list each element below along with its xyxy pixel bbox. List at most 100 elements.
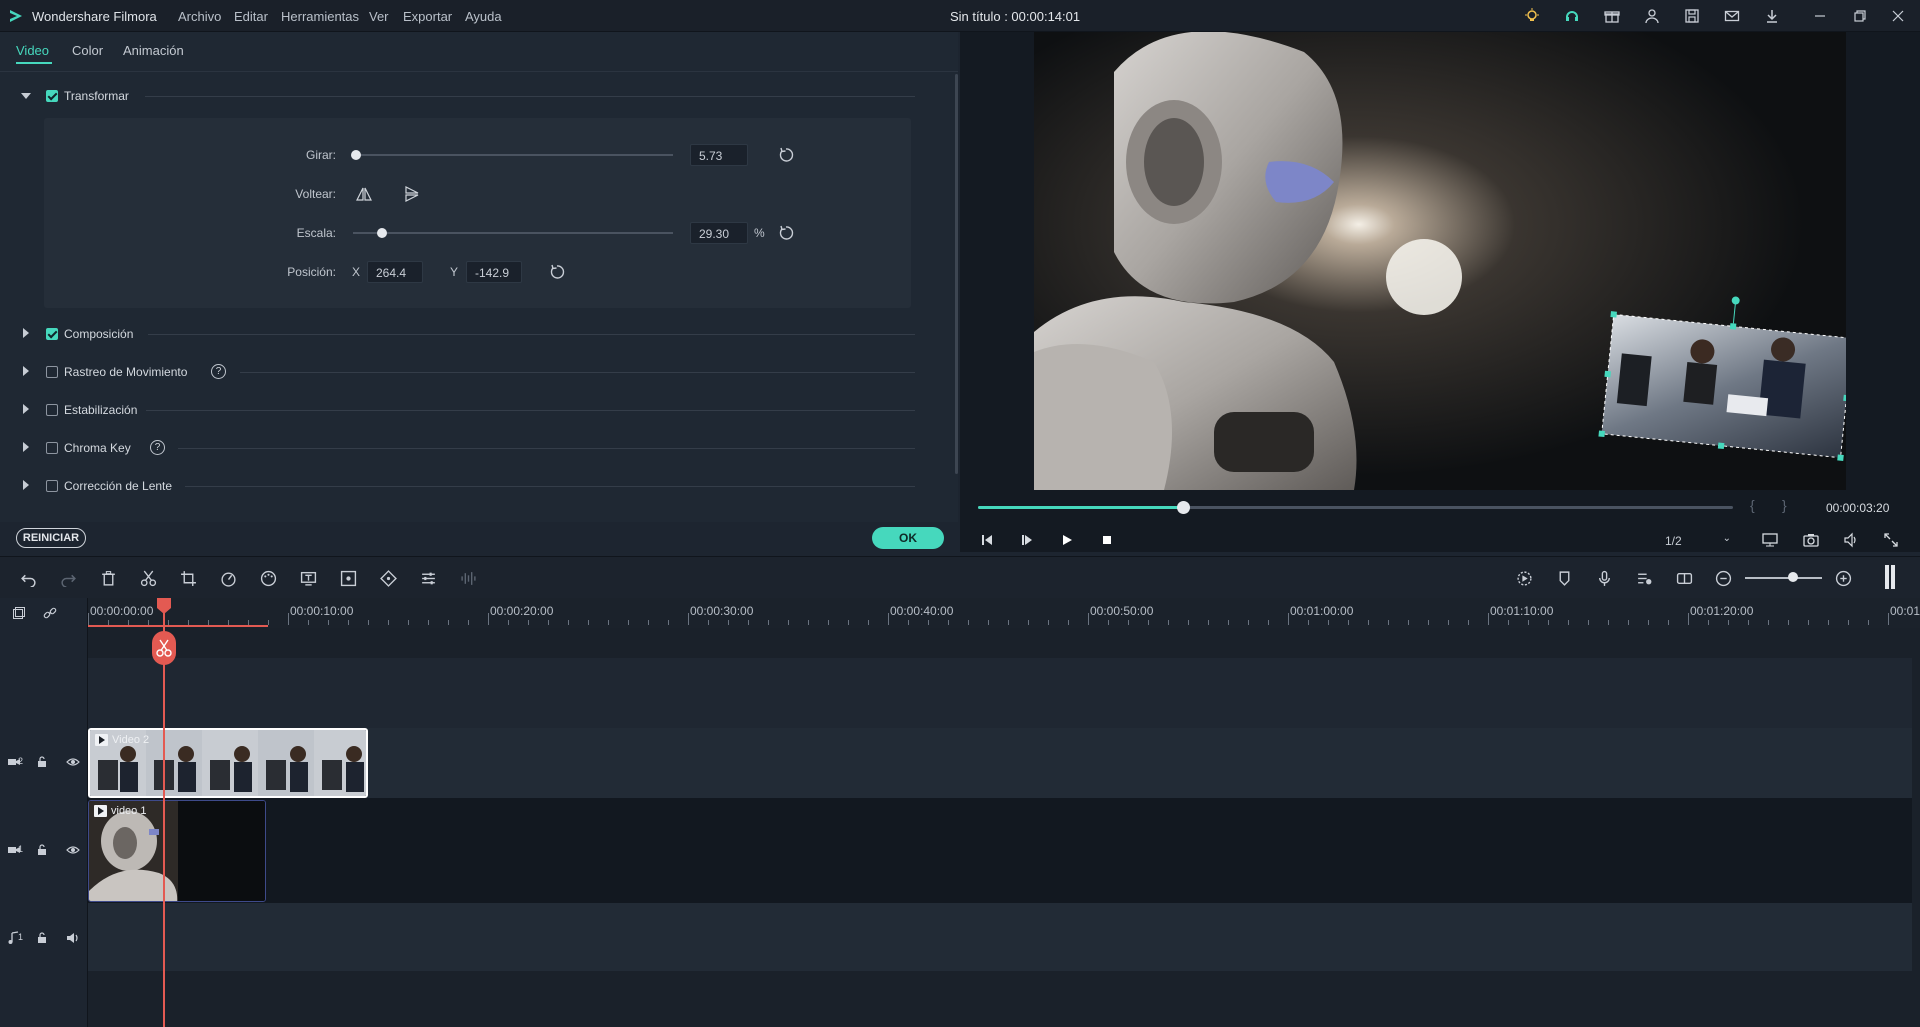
headset-support-icon[interactable] bbox=[1562, 6, 1582, 26]
zoom-in-icon[interactable] bbox=[1833, 568, 1853, 588]
mark-in-icon[interactable]: { bbox=[1750, 497, 1755, 513]
keyframe-icon[interactable] bbox=[378, 568, 398, 588]
video-1-clip[interactable]: video 1 bbox=[88, 800, 266, 902]
timeline-ruler[interactable]: 00:00:00:00 00:00:10:00 00:00:20:00 00:0… bbox=[88, 598, 1920, 628]
speed-icon[interactable] bbox=[218, 568, 238, 588]
microphone-icon[interactable] bbox=[1594, 568, 1614, 588]
video-track-1[interactable]: video 1 bbox=[88, 798, 1912, 903]
lock-icon[interactable] bbox=[35, 931, 49, 945]
flip-horizontal-icon[interactable] bbox=[356, 186, 372, 202]
menu-herramientas[interactable]: Herramientas bbox=[281, 9, 359, 24]
menu-exportar[interactable]: Exportar bbox=[403, 9, 452, 24]
section-composicion[interactable]: Composición bbox=[0, 322, 915, 346]
redo-icon[interactable] bbox=[58, 568, 78, 588]
video-preview[interactable] bbox=[1034, 32, 1846, 490]
tab-animacion[interactable]: Animación bbox=[123, 43, 184, 58]
expand-arrow-icon[interactable] bbox=[23, 366, 29, 376]
volume-icon[interactable] bbox=[1842, 531, 1860, 549]
transformar-checkbox[interactable] bbox=[46, 90, 58, 102]
playback-progress-bar[interactable] bbox=[978, 501, 1733, 514]
adjust-sliders-icon[interactable] bbox=[418, 568, 438, 588]
reset-rotate-icon[interactable] bbox=[778, 147, 794, 163]
estabilizacion-checkbox[interactable] bbox=[46, 404, 58, 416]
reset-all-button[interactable]: REINICIAR bbox=[16, 528, 86, 548]
playback-progress-knob[interactable] bbox=[1177, 501, 1191, 514]
collapse-arrow-icon[interactable] bbox=[21, 93, 31, 99]
composicion-checkbox[interactable] bbox=[46, 328, 58, 340]
render-icon[interactable] bbox=[1514, 568, 1534, 588]
playhead-handle-icon[interactable] bbox=[156, 598, 172, 614]
ok-button[interactable]: OK bbox=[872, 527, 944, 549]
section-transformar[interactable]: Transformar bbox=[0, 84, 915, 108]
tab-video[interactable]: Video bbox=[16, 43, 49, 58]
properties-scrollbar[interactable] bbox=[955, 74, 958, 474]
expand-arrow-icon[interactable] bbox=[23, 442, 29, 452]
lock-icon[interactable] bbox=[35, 843, 49, 857]
help-icon[interactable]: ? bbox=[150, 440, 165, 455]
eye-icon[interactable] bbox=[66, 843, 80, 857]
help-icon[interactable]: ? bbox=[211, 364, 226, 379]
split-scissors-icon[interactable] bbox=[152, 631, 176, 665]
section-correccion-lente[interactable]: Corrección de Lente bbox=[0, 474, 915, 498]
video-2-clip[interactable]: Video 2 bbox=[88, 728, 368, 798]
audio-track-1[interactable] bbox=[88, 903, 1912, 971]
expand-arrow-icon[interactable] bbox=[23, 404, 29, 414]
monitor-icon[interactable] bbox=[1761, 531, 1779, 549]
play-icon[interactable] bbox=[1058, 531, 1076, 549]
expand-arrow-icon[interactable] bbox=[23, 328, 29, 338]
scale-input[interactable]: 29.30 bbox=[690, 222, 748, 244]
position-y-input[interactable]: -142.9 bbox=[466, 261, 522, 283]
download-icon[interactable] bbox=[1762, 6, 1782, 26]
fullscreen-icon[interactable] bbox=[1882, 531, 1900, 549]
user-account-icon[interactable] bbox=[1642, 6, 1662, 26]
gift-icon[interactable] bbox=[1602, 6, 1622, 26]
correccion-lente-checkbox[interactable] bbox=[46, 480, 58, 492]
fit-frame-icon[interactable] bbox=[338, 568, 358, 588]
menu-ver[interactable]: Ver bbox=[369, 9, 389, 24]
eye-icon[interactable] bbox=[66, 755, 80, 769]
expand-arrow-icon[interactable] bbox=[23, 480, 29, 490]
section-chroma-key[interactable]: Chroma Key ? bbox=[0, 436, 915, 460]
scale-slider[interactable] bbox=[353, 232, 673, 234]
rotate-slider[interactable] bbox=[353, 154, 673, 156]
minimize-icon[interactable] bbox=[1810, 6, 1830, 26]
video-track-2[interactable]: Video 2 bbox=[88, 728, 1912, 798]
restore-icon[interactable] bbox=[1850, 6, 1870, 26]
section-rastreo-movimiento[interactable]: Rastreo de Movimiento ? bbox=[0, 360, 915, 384]
delete-icon[interactable] bbox=[98, 568, 118, 588]
position-x-input[interactable]: 264.4 bbox=[367, 261, 423, 283]
mail-icon[interactable] bbox=[1722, 6, 1742, 26]
audio-waveform-icon[interactable] bbox=[458, 568, 478, 588]
zoom-out-icon[interactable] bbox=[1713, 568, 1733, 588]
color-palette-icon[interactable] bbox=[258, 568, 278, 588]
crop-icon[interactable] bbox=[178, 568, 198, 588]
rotate-input[interactable]: 5.73 bbox=[690, 144, 748, 166]
timeline-panel-handle[interactable] bbox=[1885, 565, 1895, 589]
preview-zoom-select[interactable]: 1/2 ⌄ bbox=[1657, 530, 1739, 552]
link-icon[interactable] bbox=[43, 606, 57, 620]
tab-color[interactable]: Color bbox=[72, 43, 103, 58]
lock-icon[interactable] bbox=[35, 755, 49, 769]
scissors-icon[interactable] bbox=[138, 568, 158, 588]
speaker-icon[interactable] bbox=[66, 931, 80, 945]
snap-icon[interactable] bbox=[1674, 568, 1694, 588]
flip-vertical-icon[interactable] bbox=[404, 186, 420, 202]
chroma-key-checkbox[interactable] bbox=[46, 442, 58, 454]
snapshot-camera-icon[interactable] bbox=[1802, 531, 1820, 549]
lightbulb-icon[interactable] bbox=[1522, 6, 1542, 26]
scale-slider-knob[interactable] bbox=[376, 228, 387, 238]
title-text-icon[interactable] bbox=[298, 568, 318, 588]
marker-icon[interactable] bbox=[1554, 568, 1574, 588]
step-forward-icon[interactable] bbox=[1018, 531, 1036, 549]
timeline-zoom-knob[interactable] bbox=[1788, 572, 1798, 582]
reset-scale-icon[interactable] bbox=[778, 225, 794, 241]
reset-position-icon[interactable] bbox=[549, 264, 565, 280]
voiceover-icon[interactable] bbox=[1634, 568, 1654, 588]
undo-icon[interactable] bbox=[18, 568, 38, 588]
rastreo-checkbox[interactable] bbox=[46, 366, 58, 378]
section-estabilizacion[interactable]: Estabilización bbox=[0, 398, 915, 422]
save-icon[interactable] bbox=[1682, 6, 1702, 26]
mark-out-icon[interactable]: } bbox=[1782, 497, 1787, 513]
menu-ayuda[interactable]: Ayuda bbox=[465, 9, 502, 24]
close-icon[interactable] bbox=[1888, 6, 1908, 26]
